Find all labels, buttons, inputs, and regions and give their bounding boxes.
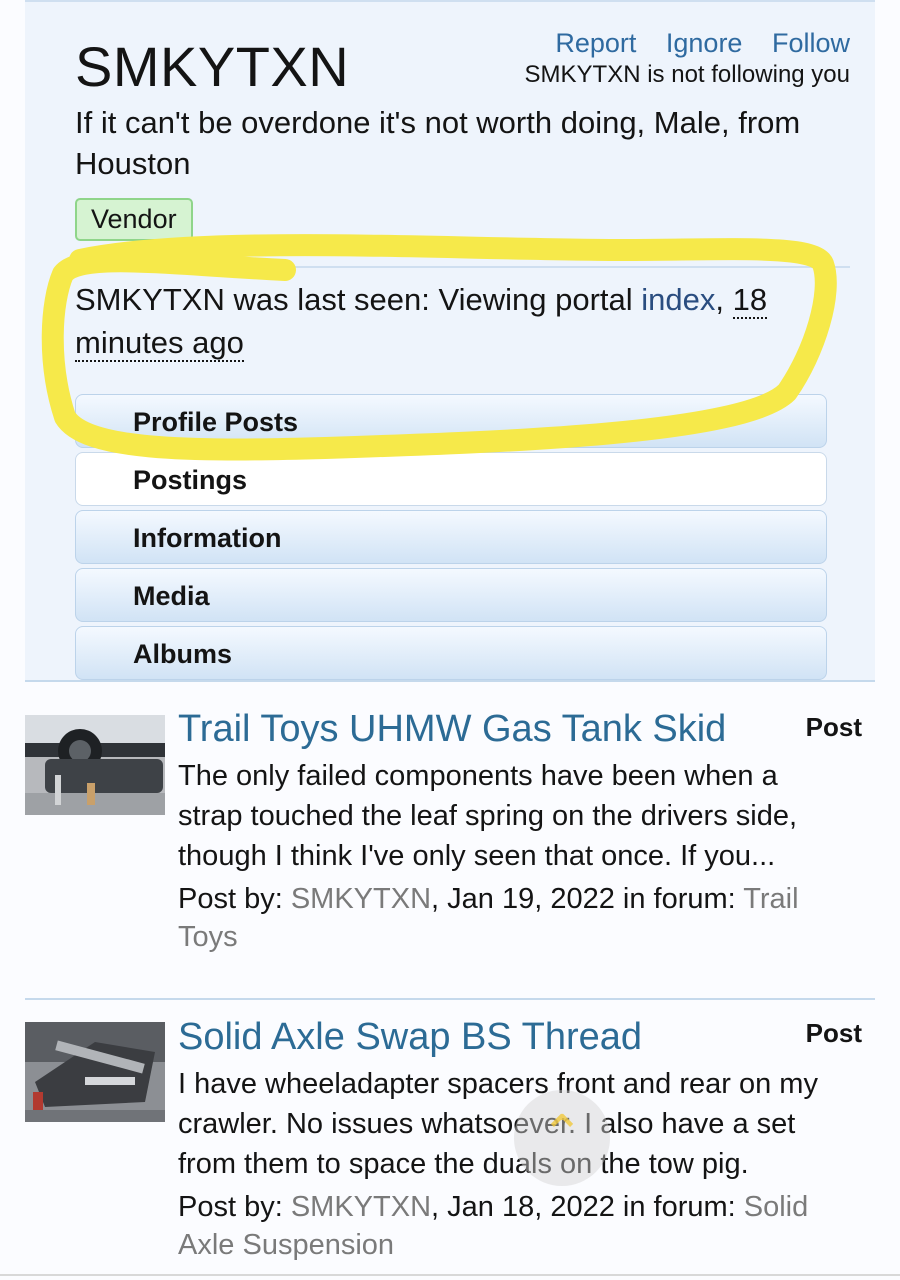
follow-link[interactable]: Follow bbox=[772, 28, 850, 58]
profile-username: SMKYTXN bbox=[75, 35, 350, 98]
post-type-label: Post bbox=[805, 1018, 862, 1048]
tab-postings[interactable]: Postings bbox=[75, 452, 827, 506]
profile-action-links: Report Ignore Follow bbox=[525, 28, 850, 59]
profile-tabs: Profile Posts Postings Information Media… bbox=[75, 394, 827, 684]
post-meta: Post by: SMKYTXN, Jan 18, 2022 in forum:… bbox=[178, 1188, 838, 1264]
scroll-to-top-button[interactable]: ⌃ bbox=[514, 1090, 610, 1186]
last-seen-separator: , bbox=[715, 282, 733, 317]
post-author-link[interactable]: SMKYTXN bbox=[291, 883, 431, 915]
post-snippet: The only failed components have been whe… bbox=[178, 760, 798, 872]
follow-status: SMKYTXN is not following you bbox=[524, 61, 850, 88]
list-item: Trail Toys UHMW Gas Tank Skid Post The o… bbox=[25, 680, 875, 1000]
post-by-label: Post by: bbox=[178, 883, 291, 915]
post-meta: Post by: SMKYTXN, Jan 19, 2022 in forum:… bbox=[178, 880, 838, 956]
last-seen: SMKYTXN was last seen: Viewing portal in… bbox=[75, 278, 815, 364]
post-thumbnail-image bbox=[25, 1022, 165, 1122]
post-thumbnail[interactable] bbox=[25, 1022, 165, 1122]
profile-tagline: If it can't be overdone it's not worth d… bbox=[75, 105, 801, 181]
tab-profile-posts[interactable]: Profile Posts bbox=[75, 394, 827, 448]
profile-actions: Report Ignore Follow SMKYTXN is not foll… bbox=[525, 28, 850, 89]
list-item: Solid Axle Swap BS Thread Post I have wh… bbox=[25, 998, 875, 1276]
post-title[interactable]: Trail Toys UHMW Gas Tank Skid bbox=[178, 708, 726, 751]
post-snippet: I have wheeladapter spacers front and re… bbox=[178, 1068, 818, 1180]
post-by-label: Post by: bbox=[178, 1191, 291, 1223]
portal-index-link[interactable]: index bbox=[641, 282, 715, 317]
post-date: , Jan 19, 2022 in forum: bbox=[431, 883, 744, 915]
post-thumbnail-image bbox=[25, 715, 165, 815]
last-seen-prefix: SMKYTXN was last seen: Viewing portal bbox=[75, 282, 642, 317]
tab-media[interactable]: Media bbox=[75, 568, 827, 622]
post-author-link[interactable]: SMKYTXN bbox=[291, 1191, 431, 1223]
divider bbox=[0, 1274, 900, 1276]
vendor-badge: Vendor bbox=[75, 198, 193, 241]
post-date: , Jan 18, 2022 in forum: bbox=[431, 1191, 744, 1223]
chevron-up-icon: ⌃ bbox=[540, 1106, 584, 1164]
post-title[interactable]: Solid Axle Swap BS Thread bbox=[178, 1016, 642, 1059]
tab-albums[interactable]: Albums bbox=[75, 626, 827, 680]
tab-information[interactable]: Information bbox=[75, 510, 827, 564]
profile-card: SMKYTXN Report Ignore Follow SMKYTXN is … bbox=[25, 0, 875, 682]
post-type-label: Post bbox=[805, 712, 862, 742]
divider bbox=[75, 266, 850, 268]
post-thumbnail[interactable] bbox=[25, 715, 165, 815]
report-link[interactable]: Report bbox=[555, 28, 636, 58]
ignore-link[interactable]: Ignore bbox=[666, 28, 743, 58]
